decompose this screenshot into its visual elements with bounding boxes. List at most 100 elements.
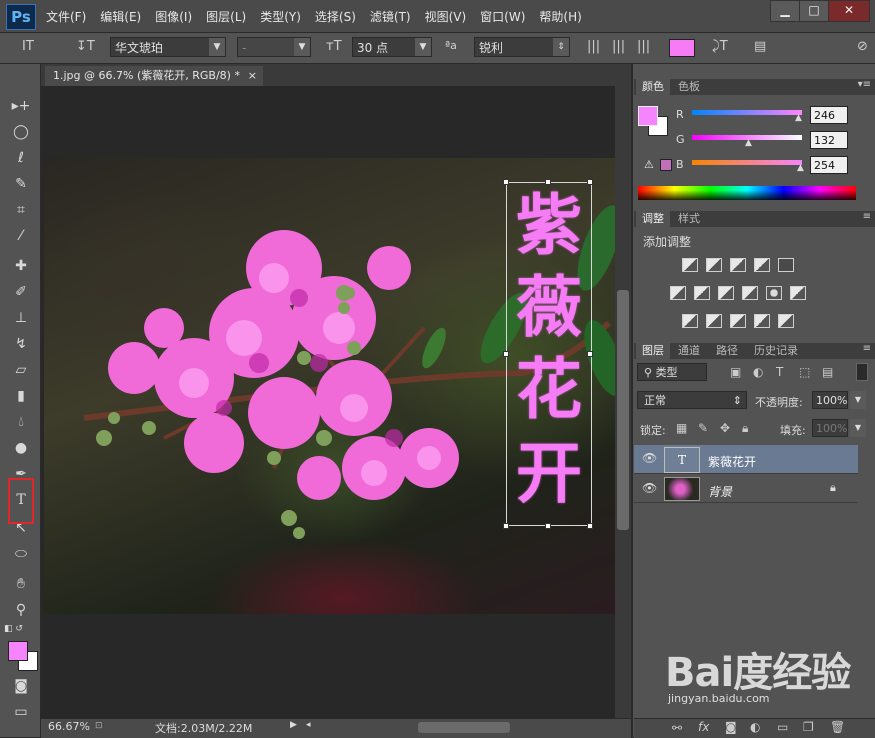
vertical-scroll-thumb[interactable] (617, 290, 629, 530)
filter-adjustment-icon[interactable]: ◐ (753, 365, 763, 379)
quick-select-tool-icon[interactable]: ✎ (10, 174, 32, 194)
menu-view[interactable]: 视图(V) (425, 8, 467, 25)
panel-menu-icon[interactable]: ≡ (863, 343, 871, 354)
input-b[interactable]: 254 (810, 156, 848, 174)
gradient-tool-icon[interactable]: ▮ (10, 386, 32, 406)
tab-close-icon[interactable]: × (248, 66, 257, 86)
move-tool-icon[interactable]: ▸+ (10, 96, 32, 116)
character-panel-icon[interactable]: ▤ (754, 39, 766, 54)
tab-history[interactable]: 历史记录 (748, 343, 804, 359)
slider-thumb-icon[interactable]: ▲ (745, 138, 752, 148)
new-adjustment-icon[interactable]: ◐ (750, 720, 760, 734)
ellipse-tool-icon[interactable]: ⬭ (10, 544, 32, 564)
menu-edit[interactable]: 编辑(E) (100, 8, 141, 25)
layer-style-icon[interactable]: fx (698, 720, 709, 734)
layer-kind-filter[interactable]: ⚲ 类型 (637, 363, 707, 381)
font-size-select[interactable]: 30 点 ▼ (352, 37, 432, 57)
transform-handle[interactable] (587, 523, 593, 529)
align-center-icon[interactable]: ||| (612, 39, 625, 54)
filter-pixel-icon[interactable]: ▣ (730, 365, 741, 379)
link-layers-icon[interactable]: ⚯ (672, 721, 682, 735)
lock-pixels-icon[interactable]: ✎ (698, 421, 708, 435)
color-lookup-icon[interactable] (790, 286, 806, 300)
layer-name[interactable]: 紫薇花开 (708, 453, 756, 470)
text-orientation-toggle-icon[interactable]: ↧T (76, 39, 95, 54)
menu-layer[interactable]: 图层(L) (206, 8, 246, 25)
invert-icon[interactable] (682, 314, 698, 328)
hand-tool-icon[interactable]: ✋︎ (10, 574, 32, 594)
slider-thumb-icon[interactable]: ▲ (795, 113, 802, 123)
add-mask-icon[interactable]: ◙ (725, 720, 737, 734)
filter-toggle[interactable] (856, 363, 868, 381)
proof-icon[interactable]: ⊡ (95, 721, 103, 731)
tab-paths[interactable]: 路径 (710, 343, 744, 359)
quick-mask-icon[interactable]: ◙ (10, 676, 32, 696)
panel-menu-icon[interactable]: ≡ (863, 211, 871, 222)
input-g[interactable]: 132 (810, 131, 848, 149)
zoom-level[interactable]: 66.67% (48, 720, 90, 733)
input-r[interactable]: 246 (810, 106, 848, 124)
tab-swatches[interactable]: 色板 (672, 79, 706, 95)
align-left-icon[interactable]: ||| (587, 39, 600, 54)
healing-brush-tool-icon[interactable]: ✚ (10, 256, 32, 276)
tab-styles[interactable]: 样式 (672, 211, 706, 227)
new-group-icon[interactable]: ▭ (777, 720, 788, 734)
transform-handle[interactable] (587, 351, 593, 357)
transform-handle[interactable] (503, 179, 509, 185)
curves-icon[interactable] (730, 258, 746, 272)
antialias-select[interactable]: 锐利 ⇕ (474, 37, 570, 57)
fill-input[interactable]: 100% (812, 419, 848, 437)
fill-dropdown-icon[interactable]: ▼ (850, 419, 866, 437)
transform-handle[interactable] (545, 523, 551, 529)
transform-handle[interactable] (503, 351, 509, 357)
close-button[interactable]: ✕ (828, 0, 870, 22)
warp-text-icon[interactable]: ⤸T (712, 39, 728, 54)
lock-position-icon[interactable]: ✥ (720, 421, 730, 435)
transform-handle[interactable] (503, 523, 509, 529)
document-tab[interactable]: 1.jpg @ 66.7% (紫薇花开, RGB/8) * × (45, 66, 263, 86)
gamut-color-swatch[interactable] (660, 159, 672, 171)
lock-all-icon[interactable]: 🔒︎ (742, 421, 748, 436)
menu-window[interactable]: 窗口(W) (480, 8, 525, 25)
layer-name[interactable]: 背景 (708, 483, 732, 500)
tab-channels[interactable]: 通道 (672, 343, 706, 359)
selective-color-icon[interactable] (754, 314, 770, 328)
threshold-icon[interactable] (730, 314, 746, 328)
marquee-tool-icon[interactable]: ◯ (10, 122, 32, 142)
font-family-select[interactable]: 华文琥珀 ▼ (110, 37, 226, 57)
slider-b[interactable] (692, 160, 802, 165)
tab-color[interactable]: 颜色 (636, 79, 670, 95)
vibrance-icon[interactable] (778, 258, 794, 272)
clone-stamp-tool-icon[interactable]: ⊥ (10, 308, 32, 328)
color-balance-icon[interactable] (694, 286, 710, 300)
eyedropper-tool-icon[interactable]: ⁄ (10, 226, 32, 246)
zoom-tool-icon[interactable]: ⚲ (10, 600, 32, 620)
photo-filter-icon[interactable] (742, 286, 758, 300)
blur-tool-icon[interactable]: 💧︎ (10, 412, 32, 432)
menu-help[interactable]: 帮助(H) (539, 8, 581, 25)
scroll-left-icon[interactable]: ◂ (306, 720, 311, 730)
cancel-icon[interactable]: ⊘ (857, 39, 868, 54)
posterize-icon[interactable] (706, 314, 722, 328)
minimize-button[interactable]: ▁ (770, 0, 800, 22)
levels-icon[interactable] (706, 258, 722, 272)
eye-icon[interactable]: 👁︎ (642, 451, 657, 465)
menu-image[interactable]: 图像(I) (155, 8, 192, 25)
gamut-warning-icon[interactable]: ⚠ (644, 158, 654, 171)
filter-type-icon[interactable]: T (776, 365, 783, 379)
text-bounding-box[interactable] (506, 182, 592, 526)
filter-shape-icon[interactable]: ⬚ (799, 365, 810, 379)
brightness-contrast-icon[interactable] (682, 258, 698, 272)
text-color-swatch[interactable] (669, 39, 695, 57)
opacity-input[interactable]: 100% (812, 391, 848, 409)
eraser-tool-icon[interactable]: ▱ (10, 360, 32, 380)
filter-smart-object-icon[interactable]: ▤ (822, 365, 833, 379)
hue-saturation-icon[interactable] (670, 286, 686, 300)
channel-mixer-icon[interactable] (766, 286, 782, 300)
maximize-button[interactable]: □ (799, 0, 829, 22)
color-fg-swatch[interactable] (638, 106, 658, 126)
new-layer-icon[interactable]: ❐ (803, 720, 814, 734)
black-white-icon[interactable] (718, 286, 734, 300)
delete-layer-icon[interactable]: 🗑︎ (830, 720, 845, 734)
gradient-map-icon[interactable] (778, 314, 794, 328)
